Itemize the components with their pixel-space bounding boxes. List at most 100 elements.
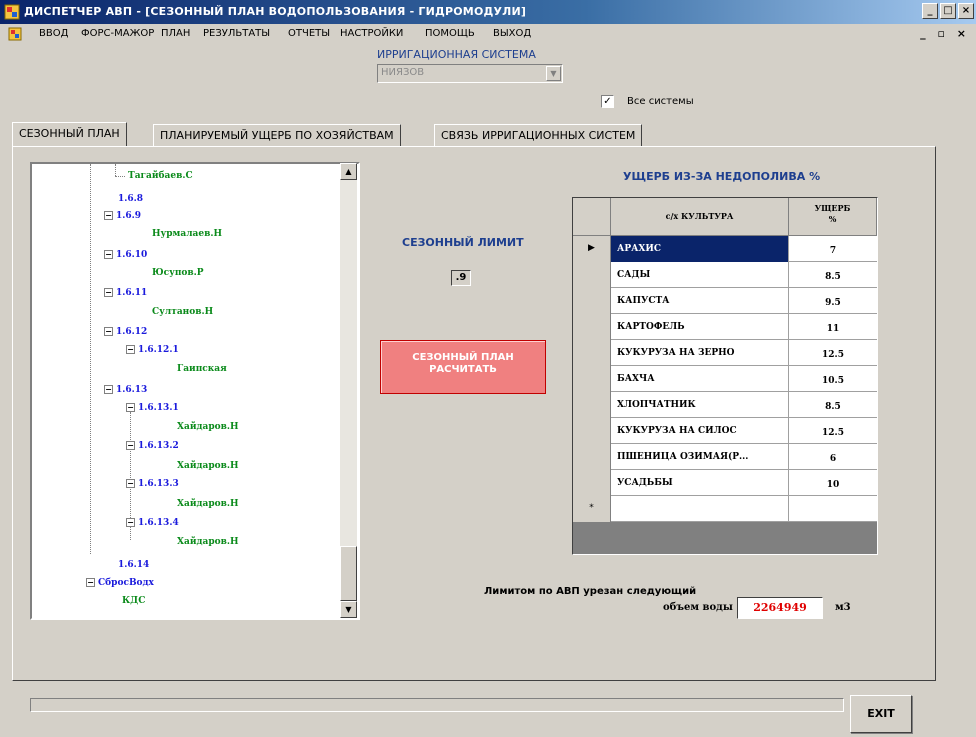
tab-seasonal-plan[interactable]: СЕЗОННЫЙ ПЛАН bbox=[12, 122, 127, 146]
scroll-down-icon[interactable]: ▼ bbox=[340, 601, 357, 618]
crop-cell[interactable]: АРАХИС bbox=[611, 236, 789, 262]
column-header-damage[interactable]: УЩЕРБ % bbox=[789, 198, 877, 236]
tree-node-17[interactable]: Хайдаров.Н bbox=[177, 499, 239, 509]
table-row[interactable]: САДЫ 8.5 bbox=[573, 262, 877, 288]
menu-results[interactable]: РЕЗУЛЬТАТЫ bbox=[203, 28, 270, 39]
damage-cell[interactable]: 9.5 bbox=[789, 288, 877, 314]
row-selector[interactable] bbox=[573, 366, 611, 392]
damage-cell[interactable]: 11 bbox=[789, 314, 877, 340]
close-button[interactable]: × bbox=[958, 3, 974, 19]
damage-cell[interactable]: 10 bbox=[789, 470, 877, 496]
damage-cell[interactable]: 8.5 bbox=[789, 262, 877, 288]
collapse-icon[interactable]: − bbox=[86, 578, 95, 587]
collapse-icon[interactable]: − bbox=[104, 385, 113, 394]
mdi-window-controls[interactable]: _ ▫ × bbox=[920, 27, 970, 40]
table-row[interactable]: БАХЧА 10.5 bbox=[573, 366, 877, 392]
menu-plan[interactable]: ПЛАН bbox=[161, 28, 190, 39]
scroll-up-icon[interactable]: ▲ bbox=[340, 163, 357, 180]
table-row[interactable]: ПШЕНИЦА ОЗИМАЯ(Р... 6 bbox=[573, 444, 877, 470]
tree-node-3[interactable]: Нурмалаев.Н bbox=[152, 229, 222, 239]
crop-cell[interactable]: ПШЕНИЦА ОЗИМАЯ(Р... bbox=[611, 444, 789, 470]
tree-node-0[interactable]: Тагайбаев.С bbox=[128, 171, 193, 181]
seasonal-limit-field[interactable]: .9 bbox=[451, 270, 471, 286]
exit-button[interactable]: EXIT bbox=[850, 695, 912, 733]
damage-cell[interactable]: 8.5 bbox=[789, 392, 877, 418]
tree-node-21[interactable]: − СбросВодх bbox=[86, 578, 154, 588]
tree-node-10[interactable]: Гаипская bbox=[177, 364, 227, 374]
cut-volume-value[interactable]: 2264949 bbox=[737, 597, 823, 619]
calculate-seasonal-plan-button[interactable]: СЕЗОННЫЙ ПЛАН РАСЧИТАТЬ bbox=[380, 340, 546, 394]
crop-cell[interactable]: БАХЧА bbox=[611, 366, 789, 392]
tree-node-16[interactable]: −1.6.13.3 bbox=[126, 479, 179, 489]
all-systems-checkbox[interactable]: ✓ bbox=[601, 95, 614, 108]
row-selector[interactable] bbox=[573, 262, 611, 288]
row-selector[interactable]: ▶ bbox=[573, 236, 611, 262]
damage-grid[interactable]: с/х КУЛЬТУРА УЩЕРБ % ▶ АРАХИС 7 САДЫ 8.5 КАПУ… bbox=[572, 197, 878, 555]
crop-cell[interactable]: КАРТОФЕЛЬ bbox=[611, 314, 789, 340]
new-row[interactable]: * bbox=[573, 496, 877, 522]
crop-cell[interactable]: КУКУРУЗА НА СИЛОС bbox=[611, 418, 789, 444]
crop-cell[interactable] bbox=[611, 496, 789, 522]
collapse-icon[interactable]: − bbox=[126, 403, 135, 412]
table-row[interactable]: КАПУСТА 9.5 bbox=[573, 288, 877, 314]
chevron-down-icon[interactable]: ▼ bbox=[546, 66, 561, 81]
row-selector[interactable]: * bbox=[573, 496, 611, 522]
tree-node-7[interactable]: Султанов.Н bbox=[152, 307, 213, 317]
table-row[interactable]: УСАДЬБЫ 10 bbox=[573, 470, 877, 496]
collapse-icon[interactable]: − bbox=[104, 327, 113, 336]
scroll-thumb[interactable] bbox=[340, 546, 357, 601]
minimize-button[interactable]: _ bbox=[922, 3, 938, 19]
menu-reports[interactable]: ОТЧЕТЫ bbox=[288, 28, 330, 39]
maximize-button[interactable]: □ bbox=[940, 3, 956, 19]
tree-node-15[interactable]: Хайдаров.Н bbox=[177, 461, 239, 471]
tab-planned-damage[interactable]: ПЛАНИРУЕМЫЙ УЩЕРБ ПО ХОЗЯЙСТВАМ bbox=[153, 124, 401, 146]
menu-settings[interactable]: НАСТРОЙКИ bbox=[340, 28, 403, 39]
tree-node-18[interactable]: −1.6.13.4 bbox=[126, 518, 179, 528]
collapse-icon[interactable]: − bbox=[104, 211, 113, 220]
row-selector[interactable] bbox=[573, 288, 611, 314]
tree-node-1[interactable]: 1.6.8 bbox=[118, 194, 143, 204]
table-row[interactable]: КУКУРУЗА НА ЗЕРНО 12.5 bbox=[573, 340, 877, 366]
menu-exit[interactable]: ВЫХОД bbox=[493, 28, 531, 39]
row-selector[interactable] bbox=[573, 444, 611, 470]
table-row[interactable]: ▶ АРАХИС 7 bbox=[573, 236, 877, 262]
table-row[interactable]: КУКУРУЗА НА СИЛОС 12.5 bbox=[573, 418, 877, 444]
menu-input[interactable]: ВВОД bbox=[39, 28, 68, 39]
damage-cell[interactable]: 6 bbox=[789, 444, 877, 470]
tree-node-5[interactable]: Юсупов.Р bbox=[152, 268, 204, 278]
tree-node-9[interactable]: −1.6.12.1 bbox=[126, 345, 179, 355]
tree-scrollbar[interactable]: ▲ ▼ bbox=[340, 163, 357, 618]
tree-node-2[interactable]: −1.6.9 bbox=[104, 211, 141, 221]
damage-cell[interactable]: 12.5 bbox=[789, 418, 877, 444]
tree-node-14[interactable]: −1.6.13.2 bbox=[126, 441, 179, 451]
tree-node-12[interactable]: −1.6.13.1 bbox=[126, 403, 179, 413]
damage-cell[interactable]: 7 bbox=[789, 236, 877, 262]
tree-node-19[interactable]: Хайдаров.Н bbox=[177, 537, 239, 547]
tree-node-8[interactable]: −1.6.12 bbox=[104, 327, 147, 337]
menu-help[interactable]: ПОМОЩЬ bbox=[425, 28, 475, 39]
damage-cell[interactable] bbox=[789, 496, 877, 522]
row-selector[interactable] bbox=[573, 392, 611, 418]
collapse-icon[interactable]: − bbox=[126, 345, 135, 354]
tree-node-6[interactable]: −1.6.11 bbox=[104, 288, 147, 298]
crop-cell[interactable]: КАПУСТА bbox=[611, 288, 789, 314]
row-selector[interactable] bbox=[573, 314, 611, 340]
collapse-icon[interactable]: − bbox=[126, 518, 135, 527]
table-row[interactable]: КАРТОФЕЛЬ 11 bbox=[573, 314, 877, 340]
mdi-child-icon[interactable] bbox=[8, 27, 22, 41]
tree-node-20[interactable]: 1.6.14 bbox=[118, 560, 149, 570]
irrigation-system-select[interactable]: НИЯЗОВ ▼ bbox=[377, 64, 563, 83]
crop-cell[interactable]: ХЛОПЧАТНИК bbox=[611, 392, 789, 418]
crop-cell[interactable]: САДЫ bbox=[611, 262, 789, 288]
damage-cell[interactable]: 12.5 bbox=[789, 340, 877, 366]
tab-irrigation-links[interactable]: СВЯЗЬ ИРРИГАЦИОННЫХ СИСТЕМ bbox=[434, 124, 643, 146]
hierarchy-tree[interactable]: Тагайбаев.С 1.6.8 −1.6.9 Нурмалаев.Н −1.… bbox=[30, 162, 360, 620]
table-row[interactable]: ХЛОПЧАТНИК 8.5 bbox=[573, 392, 877, 418]
collapse-icon[interactable]: − bbox=[104, 250, 113, 259]
collapse-icon[interactable]: − bbox=[126, 479, 135, 488]
column-header-crop[interactable]: с/х КУЛЬТУРА bbox=[611, 198, 789, 236]
tree-node-11[interactable]: −1.6.13 bbox=[104, 385, 147, 395]
row-selector[interactable] bbox=[573, 418, 611, 444]
tree-node-13[interactable]: Хайдаров.Н bbox=[177, 422, 239, 432]
tree-node-22[interactable]: КДС bbox=[122, 596, 145, 606]
